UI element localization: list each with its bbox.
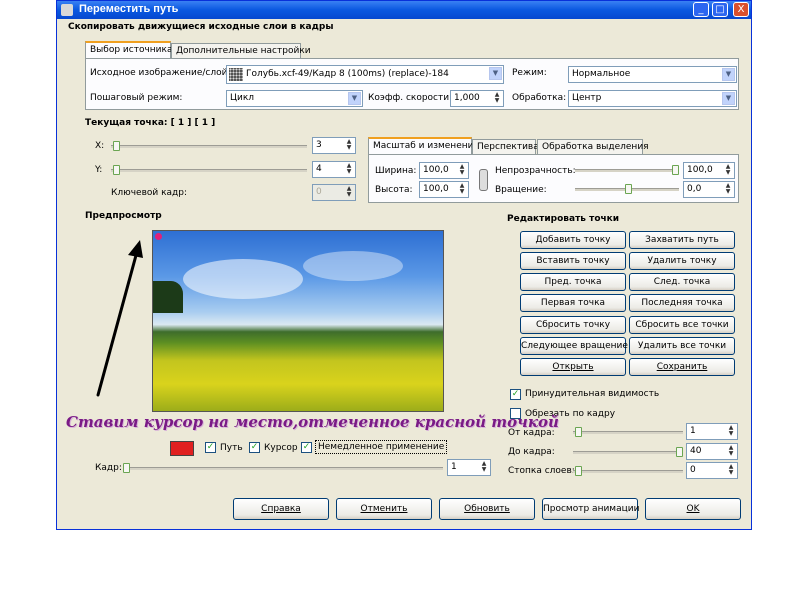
- annotation-arrow: [96, 240, 143, 397]
- annotation-caption: Ставим курсор на место,отмеченное красно…: [66, 413, 559, 431]
